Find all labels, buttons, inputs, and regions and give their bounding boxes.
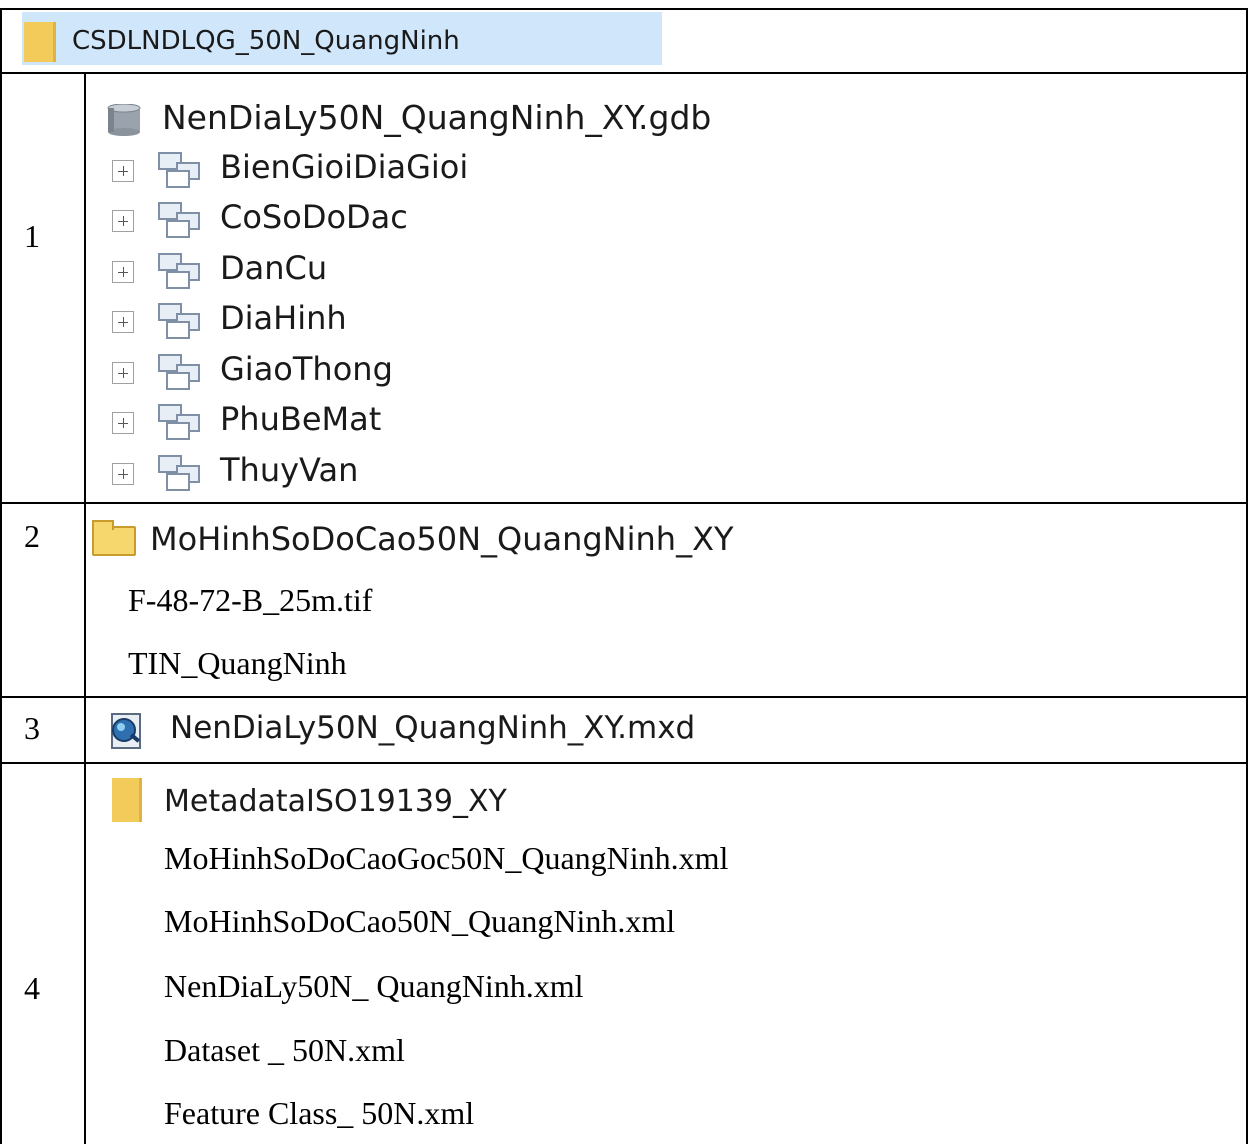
table-border-left xyxy=(0,8,2,1144)
dataset-label: ThuyVan xyxy=(220,451,359,489)
folder-icon xyxy=(24,22,56,62)
table-border-row1 xyxy=(0,72,1248,74)
mxd-label[interactable]: NenDiaLy50N_QuangNinh_XY.mxd xyxy=(170,710,695,746)
gdb-label[interactable]: NenDiaLy50N_QuangNinh_XY.gdb xyxy=(162,98,711,137)
row-number: 1 xyxy=(24,218,40,254)
dataset-label: DiaHinh xyxy=(220,299,347,337)
dem-folder-label[interactable]: MoHinhSoDoCao50N_QuangNinh_XY xyxy=(150,520,734,558)
plus-expand-icon[interactable] xyxy=(112,412,134,434)
feature-dataset-icon xyxy=(156,453,204,493)
table-border-row2 xyxy=(0,502,1248,504)
plus-expand-icon[interactable] xyxy=(112,210,134,232)
table-border-row4 xyxy=(0,762,1248,764)
plus-expand-icon[interactable] xyxy=(112,362,134,384)
root-folder-label: CSDLNDLQG_50N_QuangNinh xyxy=(72,26,460,56)
feature-dataset-icon xyxy=(156,150,204,190)
feature-dataset-icon xyxy=(156,301,204,341)
table-border-top xyxy=(0,8,1248,10)
dataset-label: PhuBeMat xyxy=(220,400,382,438)
table-border-row3 xyxy=(0,696,1248,698)
arcmap-document-icon xyxy=(111,713,141,749)
dataset-label: BienGioiDiaGioi xyxy=(220,148,469,186)
feature-dataset-icon xyxy=(156,402,204,442)
tree-item-dataset[interactable]: BienGioiDiaGioi xyxy=(112,148,562,190)
row-number: 4 xyxy=(24,970,40,1006)
file-label[interactable]: F-48-72-B_25m.tif xyxy=(128,582,372,619)
row-number: 2 xyxy=(24,518,40,554)
file-label[interactable]: MoHinhSoDoCao50N_QuangNinh.xml xyxy=(164,903,675,940)
dataset-label: CoSoDoDac xyxy=(220,198,408,236)
feature-dataset-icon xyxy=(156,200,204,240)
metadata-folder-label[interactable]: MetadataISO19139_XY xyxy=(164,784,507,819)
folder-icon xyxy=(92,520,136,556)
plus-expand-icon[interactable] xyxy=(112,261,134,283)
database-icon xyxy=(107,104,141,136)
tree-item-dataset[interactable]: ThuyVan xyxy=(112,451,562,493)
tree-item-dataset[interactable]: DanCu xyxy=(112,249,562,291)
tree-item-dataset[interactable]: GiaoThong xyxy=(112,350,562,392)
plus-expand-icon[interactable] xyxy=(112,160,134,182)
row-number: 3 xyxy=(24,710,40,746)
plus-expand-icon[interactable] xyxy=(112,463,134,485)
feature-dataset-icon xyxy=(156,251,204,291)
file-label[interactable]: Feature Class_ 50N.xml xyxy=(164,1095,474,1132)
folder-icon xyxy=(112,778,142,822)
file-label[interactable]: Dataset _ 50N.xml xyxy=(164,1032,405,1069)
tree-item-dataset[interactable]: DiaHinh xyxy=(112,299,562,341)
file-label[interactable]: MoHinhSoDoCaoGoc50N_QuangNinh.xml xyxy=(164,840,728,877)
dataset-label: DanCu xyxy=(220,249,328,287)
table-border-divider xyxy=(84,72,86,1144)
feature-dataset-icon xyxy=(156,352,204,392)
file-label[interactable]: TIN_QuangNinh xyxy=(128,645,347,682)
tree-item-dataset[interactable]: PhuBeMat xyxy=(112,400,562,442)
tree-item-dataset[interactable]: CoSoDoDac xyxy=(112,198,562,240)
file-label[interactable]: NenDiaLy50N_ QuangNinh.xml xyxy=(164,968,584,1005)
plus-expand-icon[interactable] xyxy=(112,311,134,333)
dataset-label: GiaoThong xyxy=(220,350,393,388)
